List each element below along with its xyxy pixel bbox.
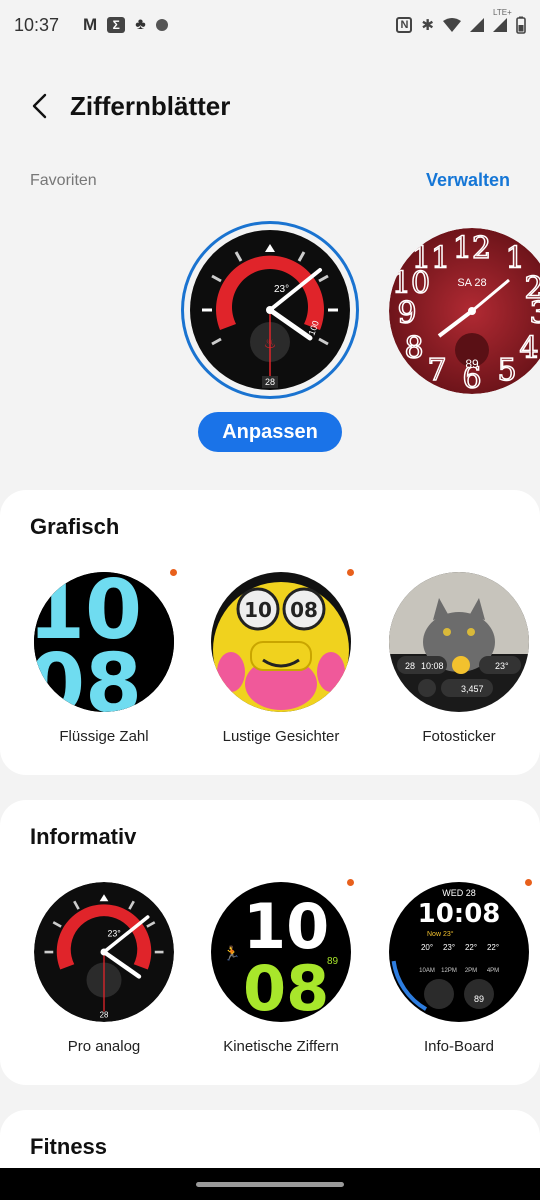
forecast-temp: 20° <box>421 943 433 952</box>
customize-button[interactable]: Anpassen <box>198 412 342 452</box>
back-arrow-icon <box>32 93 47 119</box>
tile-label: Lustige Gesichter <box>222 728 340 745</box>
sigma-app-icon: Σ <box>107 17 126 33</box>
section-card-informativ: Informativ 23° 28 Pro analog 10 08 🏃 89 … <box>0 800 540 1085</box>
lte-label: LTE+ <box>493 8 512 17</box>
crowd-app-icon: ♣ <box>135 16 146 33</box>
bluetooth-icon: ✱ <box>421 17 434 34</box>
page-title: Ziffernblätter <box>70 90 231 121</box>
lte-signal-icon: LTE+ <box>493 8 512 32</box>
face-hour: 10 <box>244 598 272 622</box>
forecast-temp: 22° <box>487 943 499 952</box>
watch-face-tile[interactable]: 10 08 Flüssige Zahl <box>24 569 184 745</box>
face-day: WED 28 <box>442 888 476 898</box>
face-heart: 89 <box>474 994 484 1004</box>
forecast-hour: 2PM <box>465 968 477 974</box>
forecast-hour: 4PM <box>487 968 499 974</box>
watch-face-tile[interactable]: 28 10:08 23° 3,457 Fotosticker <box>379 572 539 745</box>
clock-time: 10:37 <box>14 14 60 35</box>
watch-face-tile[interactable]: 23° 28 Pro analog <box>24 882 184 1055</box>
face-preview-pro-analog: 23° 28 <box>34 882 174 1022</box>
face-preview-kinetic-digits: 10 08 🏃 89 <box>211 882 351 1022</box>
svg-text:8: 8 <box>404 331 423 366</box>
new-badge <box>525 879 532 886</box>
face-steps: 3,457 <box>461 684 484 694</box>
signal-icon <box>470 18 484 32</box>
nfc-icon: N <box>396 17 413 33</box>
svg-text:4: 4 <box>519 331 538 366</box>
svg-text:🏃: 🏃 <box>223 945 240 962</box>
face-date: 28 <box>100 1011 109 1020</box>
stocks-app-icon <box>155 19 168 31</box>
face-time: 10:08 <box>418 899 501 929</box>
classic-day: SA 28 <box>457 277 486 289</box>
forecast-temp: 23° <box>443 943 455 952</box>
face-now-temp: Now 23° <box>427 930 454 938</box>
face-time: 10:08 <box>421 661 444 671</box>
face-temp: 23° <box>108 928 121 938</box>
svg-text:2: 2 <box>524 271 540 306</box>
face-preview-photo-sticker: 28 10:08 23° 3,457 <box>389 572 529 712</box>
svg-text:12: 12 <box>453 231 491 266</box>
svg-text:7: 7 <box>427 353 446 388</box>
tile-label: Info-Board <box>423 1038 495 1055</box>
watch-face-tile[interactable]: 10 08 🏃 89 Kinetische Ziffern <box>201 879 361 1055</box>
section-title: Informativ <box>30 824 137 849</box>
watch-face-tile[interactable]: 10 08 Lustige Gesichter <box>201 569 361 745</box>
tile-label: Kinetische Ziffern <box>223 1038 339 1055</box>
svg-text:5: 5 <box>497 353 516 388</box>
face-preview-funny-faces: 10 08 <box>211 572 351 712</box>
face-date: 28 <box>265 377 275 387</box>
system-nav-bar <box>0 1168 540 1200</box>
status-bar: 10:37 M Σ ♣ N ✱ LTE+ <box>0 0 540 50</box>
face-temp: 23° <box>495 661 509 671</box>
section-title: Grafisch <box>30 514 120 539</box>
face-preview-info-board: WED 28 10:08 Now 23° 20° 23° 22° 22° 10A… <box>389 882 529 1022</box>
face-heart: 89 <box>327 956 339 967</box>
face-minute: 08 <box>34 637 142 712</box>
face-minute: 08 <box>290 598 318 622</box>
favorite-watch-face-classic[interactable]: 12 3 6 9 1245 7 8 10 11 SA 28 89 <box>389 228 540 394</box>
new-badge <box>347 879 354 886</box>
svg-text:11: 11 <box>412 241 450 276</box>
home-gesture-handle[interactable] <box>196 1182 344 1187</box>
back-button[interactable] <box>10 78 70 134</box>
face-preview-fluid-number: 10 08 <box>34 572 174 712</box>
tile-label: Fotosticker <box>422 728 496 745</box>
face-temp: 23° <box>274 284 289 295</box>
classic-heart: 89 <box>465 357 479 371</box>
battery-icon <box>516 16 526 34</box>
favorites-label: Favoriten <box>30 172 97 189</box>
forecast-hour: 10AM <box>419 968 435 974</box>
forecast-temp: 22° <box>465 943 477 952</box>
svg-text:9: 9 <box>397 296 416 331</box>
face-minute: 08 <box>243 952 329 1022</box>
new-badge <box>347 569 354 576</box>
svg-text:1: 1 <box>505 241 524 276</box>
watch-face-tile[interactable]: WED 28 10:08 Now 23° 20° 23° 22° 22° 10A… <box>379 879 539 1055</box>
classic-face-preview: 12369 1245 781011 SA 28 89 <box>389 228 540 394</box>
pro-analog-face-preview: ♨ 23° 100 28 <box>190 230 350 390</box>
section-card-grafisch: Grafisch 10 08 Flüssige Zahl 10 08 Lusti… <box>0 490 540 775</box>
top-app-bar: Ziffernblätter <box>0 78 540 134</box>
face-date: 28 <box>405 661 415 671</box>
tile-label: Flüssige Zahl <box>59 728 149 745</box>
section-title: Fitness <box>30 1134 108 1159</box>
gmail-icon: M <box>83 15 98 34</box>
forecast-hour: 12PM <box>441 968 457 974</box>
tile-label: Pro analog <box>67 1038 141 1055</box>
favorites-carousel[interactable]: ♨ 23° 100 28 12 3 6 9 1245 7 8 10 11 SA 28 89 <box>0 218 540 399</box>
new-badge <box>170 569 177 576</box>
manage-button[interactable]: Verwalten <box>426 170 510 191</box>
wifi-icon <box>443 18 461 32</box>
favorite-watch-face-pro[interactable]: ♨ 23° 100 28 <box>181 221 359 399</box>
